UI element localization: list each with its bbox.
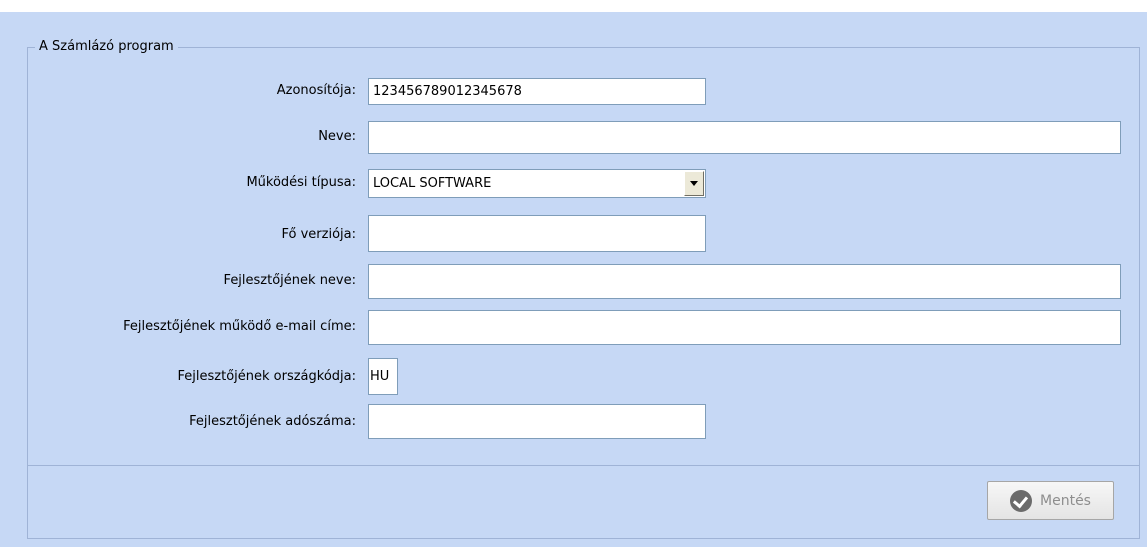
form-panel: A Számlázó program Azonosítója: Neve: Mű… [0, 0, 1147, 547]
row-fejleszto-neve: Fejlesztőjének neve: [0, 264, 1147, 299]
fo-verzio-input[interactable] [368, 215, 706, 252]
check-circle-icon [1010, 489, 1033, 512]
fejleszto-neve-input[interactable] [368, 264, 1121, 299]
row-neve: Neve: [0, 121, 1147, 154]
fejleszto-adoszam-label: Fejlesztőjének adószáma: [189, 414, 356, 429]
groupbox-title: A Számlázó program [35, 38, 178, 56]
fejleszto-orszagkod-label: Fejlesztőjének országkódja: [177, 369, 356, 384]
azonosito-label: Azonosítója: [276, 83, 356, 98]
button-bar [27, 465, 1140, 539]
neve-label: Neve: [318, 129, 356, 144]
row-fejleszto-adoszam: Fejlesztőjének adószáma: [0, 404, 1147, 439]
row-fo-verzio: Fő verziója: [0, 215, 1147, 252]
fo-verzio-label: Fő verziója: [281, 227, 356, 242]
neve-input[interactable] [368, 121, 1121, 154]
fejleszto-orszagkod-input[interactable] [368, 358, 398, 395]
row-fejleszto-email: Fejlesztőjének működő e-mail címe: [0, 310, 1147, 345]
save-button[interactable]: Mentés [987, 481, 1114, 520]
program-groupbox [27, 47, 1140, 465]
mukodesi-tipus-select[interactable]: LOCAL SOFTWARE [368, 169, 706, 198]
fejleszto-email-label: Fejlesztőjének működő e-mail címe: [123, 319, 356, 334]
save-button-label: Mentés [1040, 492, 1091, 509]
top-margin [0, 0, 1147, 12]
row-fejleszto-orszagkod: Fejlesztőjének országkódja: [0, 358, 1147, 395]
row-azonosito: Azonosítója: [0, 78, 1147, 105]
azonosito-input[interactable] [368, 78, 706, 105]
mukodesi-tipus-label: Működési típusa: [246, 175, 356, 190]
row-mukodesi-tipus: Működési típusa: LOCAL SOFTWARE [0, 169, 1147, 198]
mukodesi-tipus-value: LOCAL SOFTWARE [373, 176, 492, 191]
fejleszto-adoszam-input[interactable] [368, 404, 706, 439]
dropdown-button[interactable] [684, 171, 704, 196]
fejleszto-neve-label: Fejlesztőjének neve: [223, 273, 356, 288]
chevron-down-icon [690, 181, 698, 186]
fejleszto-email-input[interactable] [368, 310, 1121, 345]
